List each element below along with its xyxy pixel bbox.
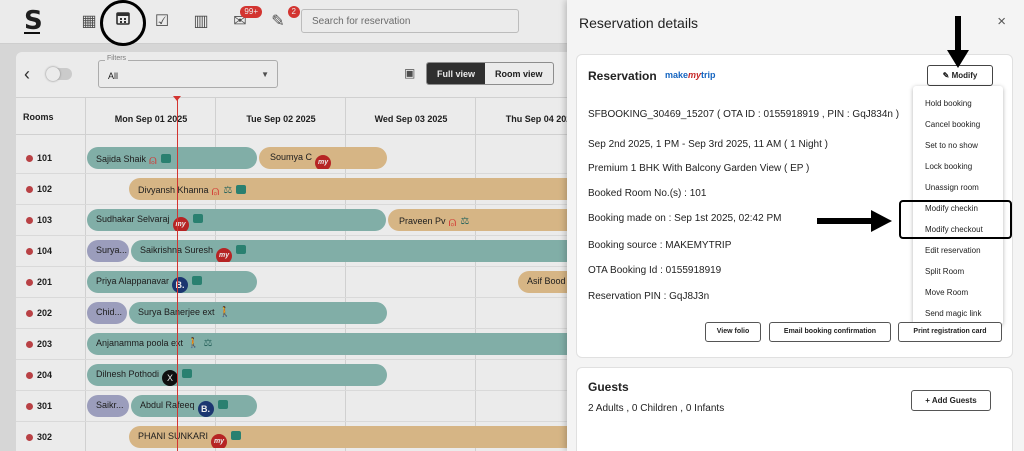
guests-card: Guests 2 Adults , 0 Children , 0 Infants… (576, 367, 1013, 451)
menu-item-edit-reservation[interactable]: Edit reservation (925, 246, 981, 255)
menu-item-cancel-booking[interactable]: Cancel booking (925, 120, 980, 129)
guests-summary: 2 Adults , 0 Children , 0 Infants (588, 403, 725, 414)
booked-room: Booked Room No.(s) : 101 (588, 188, 707, 199)
view-folio-button[interactable]: View folio (705, 322, 761, 342)
menu-item-no-show[interactable]: Set to no show (925, 141, 978, 150)
reservation-heading: Reservation (588, 69, 657, 83)
menu-item-hold-booking[interactable]: Hold booking (925, 99, 972, 108)
modify-button[interactable]: ✎ Modify (927, 65, 993, 86)
ota-booking-id: OTA Booking Id : 0155918919 (588, 265, 722, 276)
annotation-arrow-down-icon (947, 16, 969, 68)
guests-heading: Guests (588, 380, 629, 394)
close-icon[interactable]: × (997, 13, 1006, 30)
add-guests-button[interactable]: + Add Guests (911, 390, 991, 411)
menu-item-split-room[interactable]: Split Room (925, 267, 964, 276)
annotation-highlight-box (899, 200, 1012, 239)
booking-made-on: Booking made on : Sep 1st 2025, 02:42 PM (588, 213, 782, 224)
menu-item-send-magic-link[interactable]: Send magic link (925, 309, 981, 318)
room-type: Premium 1 BHK With Balcony Garden View (… (588, 163, 810, 174)
pencil-icon: ✎ (942, 71, 952, 80)
booking-id: SFBOOKING_30469_15207 ( OTA ID : 0155918… (588, 109, 900, 120)
reservation-pin: Reservation PIN : GqJ8J3n (588, 291, 710, 302)
menu-item-move-room[interactable]: Move Room (925, 288, 968, 297)
menu-item-unassign-room[interactable]: Unassign room (925, 183, 979, 192)
stay-dates: Sep 2nd 2025, 1 PM - Sep 3rd 2025, 11 AM… (588, 139, 828, 150)
makemytrip-logo: makemytrip (665, 70, 716, 80)
menu-item-lock-booking[interactable]: Lock booking (925, 162, 972, 171)
booking-source: Booking source : MAKEMYTRIP (588, 240, 732, 251)
annotation-arrow-right-icon (817, 210, 892, 232)
print-registration-card-button[interactable]: Print registration card (898, 322, 1002, 342)
reservation-card: Reservation makemytrip ✎ Modify SFBOOKIN… (576, 54, 1013, 358)
drawer-title: Reservation details (579, 15, 699, 31)
email-confirmation-button[interactable]: Email booking confirmation (769, 322, 891, 342)
